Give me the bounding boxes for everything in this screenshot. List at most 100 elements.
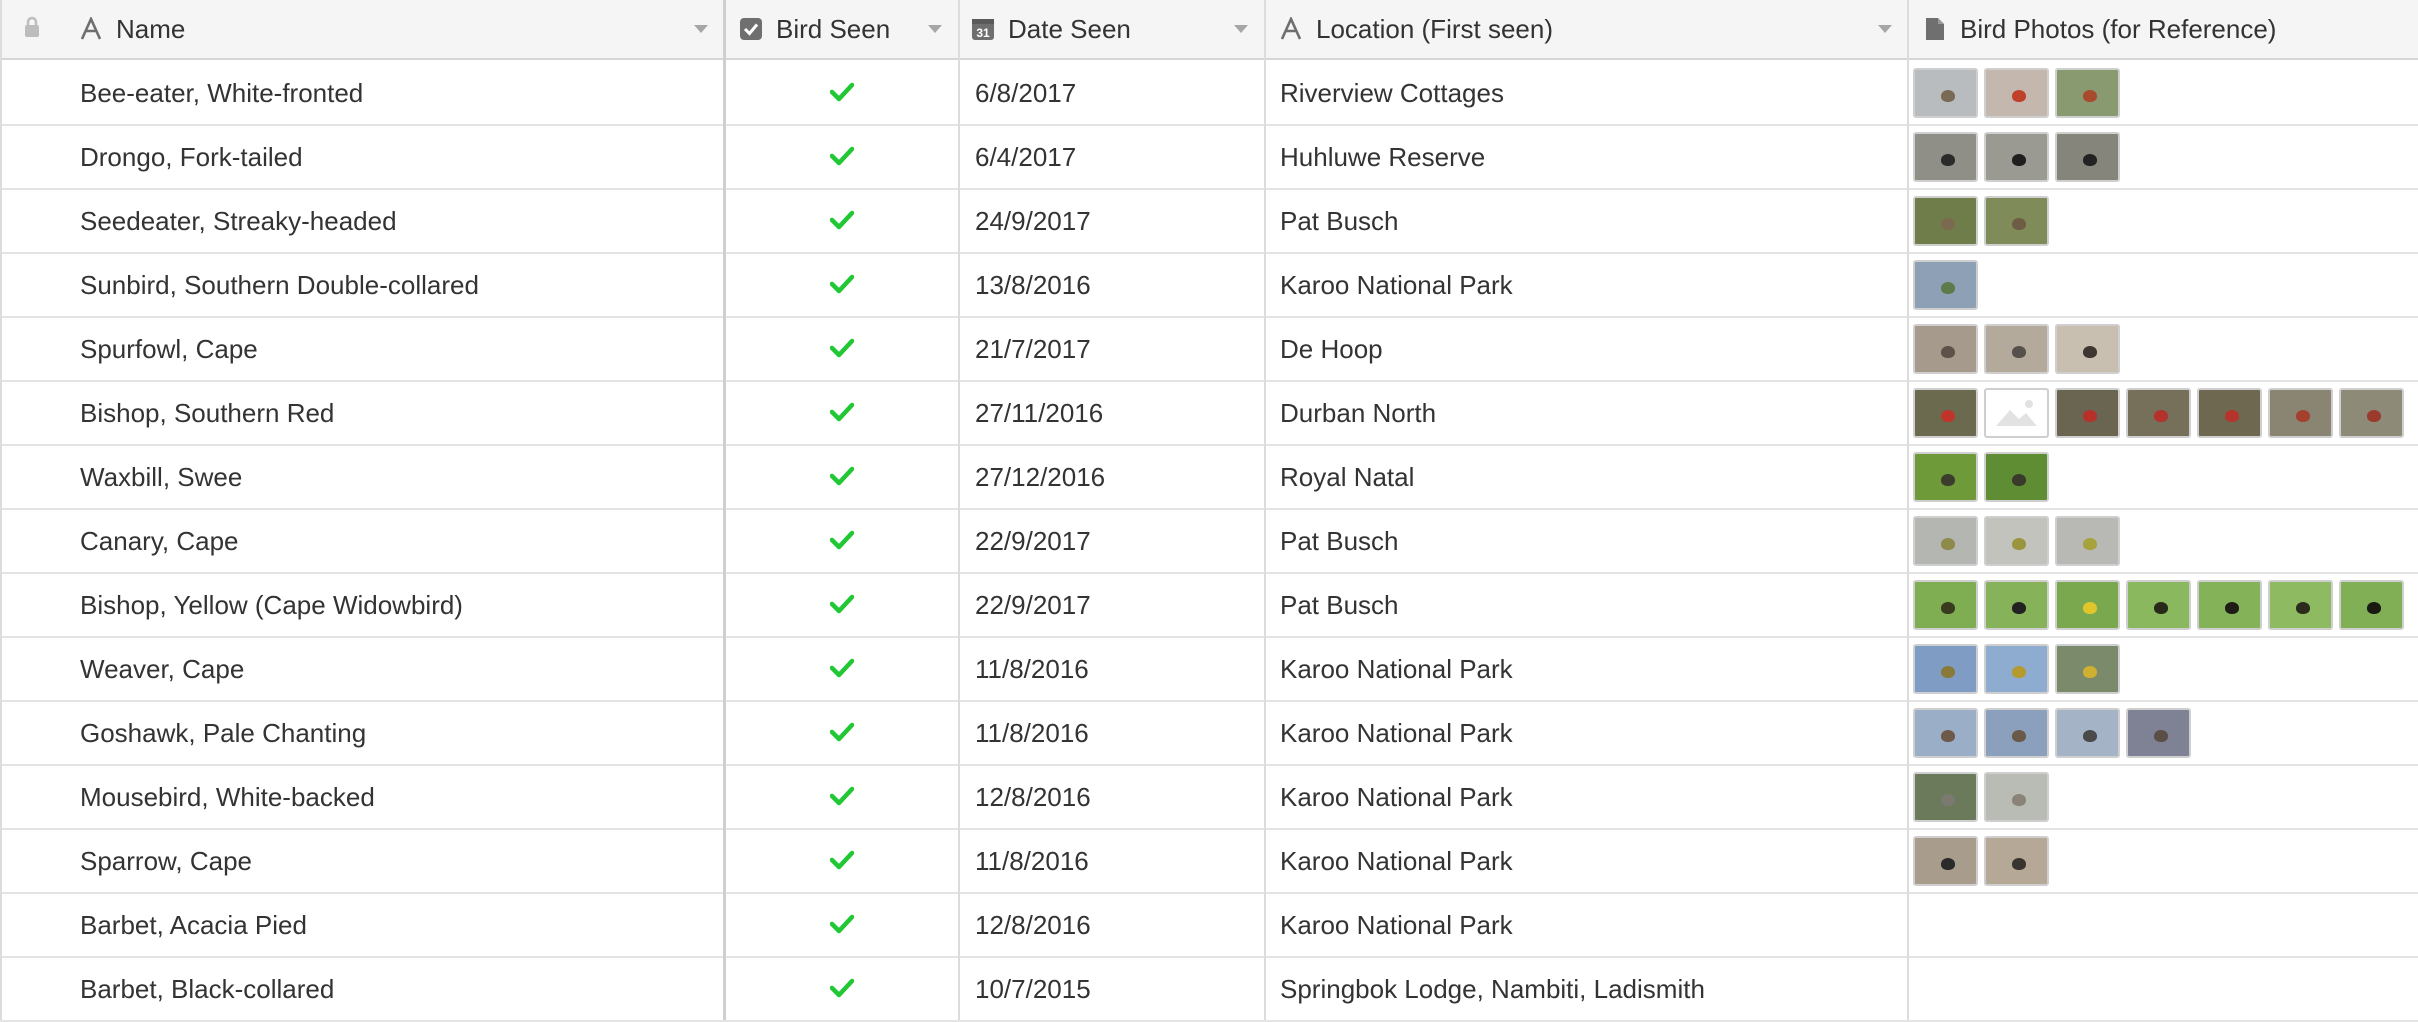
photo-thumbnail[interactable]: [1913, 452, 1978, 502]
cell-date-seen[interactable]: 12/8/2016: [975, 766, 1260, 828]
cell-date-seen[interactable]: 6/4/2017: [975, 126, 1260, 188]
cell-location[interactable]: Pat Busch: [1280, 574, 1900, 636]
header-date-seen[interactable]: 31 Date Seen: [970, 0, 1264, 58]
cell-location[interactable]: Karoo National Park: [1280, 254, 1900, 316]
cell-location[interactable]: Karoo National Park: [1280, 766, 1900, 828]
photo-thumbnail[interactable]: [2126, 708, 2191, 758]
checkmark-icon[interactable]: [829, 142, 855, 173]
photo-thumbnail[interactable]: [1984, 132, 2049, 182]
photo-thumbnail[interactable]: [1913, 516, 1978, 566]
cell-name[interactable]: Sparrow, Cape: [80, 830, 710, 892]
checkmark-icon[interactable]: [829, 398, 855, 429]
cell-date-seen[interactable]: 13/8/2016: [975, 254, 1260, 316]
cell-date-seen[interactable]: 11/8/2016: [975, 702, 1260, 764]
cell-photos[interactable]: [1913, 894, 2418, 956]
chevron-down-icon[interactable]: [928, 25, 942, 33]
cell-photos[interactable]: [1913, 766, 2418, 828]
table-row[interactable]: Mousebird, White-backed 12/8/2016 Karoo Na…: [0, 766, 2418, 830]
cell-location[interactable]: Pat Busch: [1280, 190, 1900, 252]
photo-thumbnail[interactable]: [1913, 388, 1978, 438]
table-row[interactable]: Weaver, Cape 11/8/2016 Karoo National Park: [0, 638, 2418, 702]
header-photos[interactable]: Bird Photos (for Reference): [1922, 0, 2418, 58]
table-row[interactable]: Seedeater, Streaky-headed 24/9/2017 Pat Bu…: [0, 190, 2418, 254]
table-row[interactable]: Sparrow, Cape 11/8/2016 Karoo National Par…: [0, 830, 2418, 894]
cell-bird-seen[interactable]: [726, 574, 958, 636]
cell-name[interactable]: Mousebird, White-backed: [80, 766, 710, 828]
cell-photos[interactable]: [1913, 318, 2418, 380]
cell-name[interactable]: Drongo, Fork-tailed: [80, 126, 710, 188]
table-row[interactable]: Sunbird, Southern Double-collared 13/8/20…: [0, 254, 2418, 318]
cell-location[interactable]: De Hoop: [1280, 318, 1900, 380]
cell-photos[interactable]: [1913, 638, 2418, 700]
cell-bird-seen[interactable]: [726, 446, 958, 508]
cell-location[interactable]: Royal Natal: [1280, 446, 1900, 508]
cell-photos[interactable]: [1913, 830, 2418, 892]
cell-bird-seen[interactable]: [726, 318, 958, 380]
table-row[interactable]: Bishop, Yellow (Cape Widowbird) 22/9/2017…: [0, 574, 2418, 638]
cell-photos[interactable]: [1913, 574, 2418, 636]
photo-thumbnail[interactable]: [1913, 260, 1978, 310]
checkmark-icon[interactable]: [829, 654, 855, 685]
cell-bird-seen[interactable]: [726, 382, 958, 444]
table-row[interactable]: Bishop, Southern Red 27/11/2016 Durban Nor…: [0, 382, 2418, 446]
cell-name[interactable]: Bishop, Yellow (Cape Widowbird): [80, 574, 710, 636]
cell-bird-seen[interactable]: [726, 126, 958, 188]
cell-bird-seen[interactable]: [726, 830, 958, 892]
cell-bird-seen[interactable]: [726, 510, 958, 572]
cell-name[interactable]: Goshawk, Pale Chanting: [80, 702, 710, 764]
photo-thumbnail[interactable]: [1984, 516, 2049, 566]
cell-date-seen[interactable]: 11/8/2016: [975, 830, 1260, 892]
photo-thumbnail[interactable]: [2055, 708, 2120, 758]
photo-thumbnail[interactable]: [2055, 132, 2120, 182]
table-row[interactable]: Bee-eater, White-fronted 6/8/2017 Rivervie…: [0, 62, 2418, 126]
table-row[interactable]: Spurfowl, Cape 21/7/2017 De Hoop: [0, 318, 2418, 382]
header-location[interactable]: Location (First seen): [1278, 0, 1908, 58]
photo-thumbnail[interactable]: [2055, 68, 2120, 118]
photo-thumbnail[interactable]: [2055, 516, 2120, 566]
photo-thumbnail[interactable]: [1984, 772, 2049, 822]
checkmark-icon[interactable]: [829, 526, 855, 557]
photo-thumbnail[interactable]: [1913, 580, 1978, 630]
header-bird-seen[interactable]: Bird Seen: [738, 0, 958, 58]
cell-bird-seen[interactable]: [726, 766, 958, 828]
photo-thumbnail[interactable]: [2268, 580, 2333, 630]
cell-date-seen[interactable]: 6/8/2017: [975, 62, 1260, 124]
cell-date-seen[interactable]: 11/8/2016: [975, 638, 1260, 700]
photo-thumbnail[interactable]: [2197, 388, 2262, 438]
checkmark-icon[interactable]: [829, 974, 855, 1005]
cell-bird-seen[interactable]: [726, 894, 958, 956]
photo-thumbnail[interactable]: [2339, 580, 2404, 630]
cell-name[interactable]: Seedeater, Streaky-headed: [80, 190, 710, 252]
table-row[interactable]: Goshawk, Pale Chanting 11/8/2016 Karoo Nat…: [0, 702, 2418, 766]
cell-location[interactable]: Karoo National Park: [1280, 702, 1900, 764]
photo-thumbnail[interactable]: [1984, 708, 2049, 758]
checkmark-icon[interactable]: [829, 206, 855, 237]
cell-photos[interactable]: [1913, 958, 2418, 1020]
checkmark-icon[interactable]: [829, 334, 855, 365]
photo-thumbnail[interactable]: [1913, 836, 1978, 886]
cell-photos[interactable]: [1913, 62, 2418, 124]
photo-thumbnail[interactable]: [1913, 324, 1978, 374]
cell-name[interactable]: Bee-eater, White-fronted: [80, 62, 710, 124]
photo-thumbnail[interactable]: [1984, 324, 2049, 374]
cell-bird-seen[interactable]: [726, 638, 958, 700]
photo-thumbnail[interactable]: [2339, 388, 2404, 438]
cell-bird-seen[interactable]: [726, 190, 958, 252]
photo-thumbnail[interactable]: [1984, 580, 2049, 630]
cell-photos[interactable]: [1913, 126, 2418, 188]
cell-date-seen[interactable]: 12/8/2016: [975, 894, 1260, 956]
photo-thumbnail[interactable]: [1913, 68, 1978, 118]
table-row[interactable]: Barbet, Black-collared 10/7/2015 Springbok…: [0, 958, 2418, 1022]
cell-date-seen[interactable]: 22/9/2017: [975, 574, 1260, 636]
table-row[interactable]: Canary, Cape 22/9/2017 Pat Busch: [0, 510, 2418, 574]
checkmark-icon[interactable]: [829, 78, 855, 109]
cell-photos[interactable]: [1913, 254, 2418, 316]
cell-photos[interactable]: [1913, 510, 2418, 572]
checkmark-icon[interactable]: [829, 462, 855, 493]
chevron-down-icon[interactable]: [694, 25, 708, 33]
chevron-down-icon[interactable]: [1234, 25, 1248, 33]
checkmark-icon[interactable]: [829, 270, 855, 301]
cell-name[interactable]: Bishop, Southern Red: [80, 382, 710, 444]
cell-photos[interactable]: [1913, 702, 2418, 764]
checkmark-icon[interactable]: [829, 782, 855, 813]
